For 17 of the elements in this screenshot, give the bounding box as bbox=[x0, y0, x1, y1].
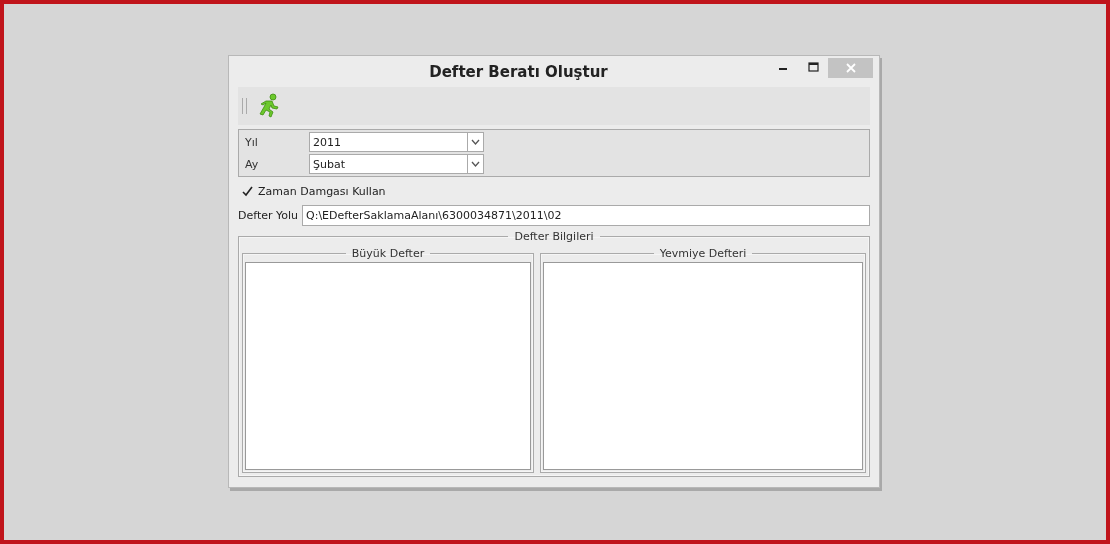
chevron-down-icon bbox=[471, 161, 480, 167]
field-label: Ay bbox=[244, 157, 260, 171]
maximize-icon bbox=[807, 62, 819, 72]
field-label: Defter Yolu bbox=[238, 209, 299, 222]
dropdown[interactable]: 2011 bbox=[309, 132, 484, 152]
group-title: Büyük Defter bbox=[350, 247, 426, 260]
running-person-icon[interactable] bbox=[257, 93, 281, 119]
window-title: Defter Beratı Oluştur bbox=[428, 62, 609, 81]
group-title: Defter Bilgileri bbox=[513, 230, 595, 243]
path-field[interactable]: Q:\EDefterSaklamaAlanı\6300034871\2011\02 bbox=[302, 205, 870, 226]
dropdown[interactable]: Şubat bbox=[309, 154, 484, 174]
checkbox[interactable] bbox=[241, 184, 254, 198]
chevron-down-icon bbox=[471, 139, 480, 145]
field-label: Yıl bbox=[244, 135, 259, 149]
close-icon bbox=[845, 63, 856, 73]
group-title: Yevmiye Defteri bbox=[658, 247, 748, 260]
checkbox-label: Zaman Damgası Kullan bbox=[258, 184, 386, 198]
